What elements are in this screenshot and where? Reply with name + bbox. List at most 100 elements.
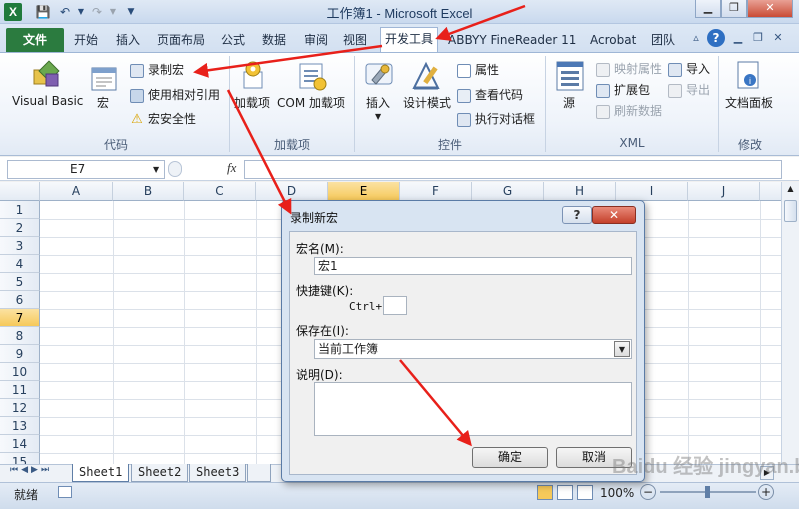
help-icon[interactable]: ? xyxy=(707,29,725,47)
store-macro-in-select[interactable]: 当前工作簿 ▼ xyxy=(314,339,632,359)
xml-export-button[interactable]: 导出 xyxy=(668,81,710,98)
zoom-out-icon[interactable]: − xyxy=(640,484,656,500)
column-header[interactable]: I xyxy=(616,182,688,201)
doc-minimize-icon[interactable]: ▁ xyxy=(730,30,746,46)
xml-import-button[interactable]: 导入 xyxy=(668,60,710,77)
dialog-help-button[interactable]: ? xyxy=(562,206,592,224)
macros-icon[interactable] xyxy=(90,64,120,97)
select-all-corner[interactable] xyxy=(0,182,40,201)
page-break-view-icon[interactable] xyxy=(577,485,593,500)
tab-team[interactable]: 团队 xyxy=(651,30,675,50)
sheet-tab[interactable]: Sheet3 xyxy=(189,464,247,482)
column-header[interactable]: F xyxy=(400,182,472,201)
doc-close-icon[interactable]: ✕ xyxy=(770,30,786,46)
column-header[interactable]: A xyxy=(40,182,113,201)
row-header[interactable]: 2 xyxy=(0,219,40,237)
row-header[interactable]: 11 xyxy=(0,381,40,399)
column-header[interactable]: H xyxy=(544,182,616,201)
macro-record-status-icon[interactable] xyxy=(58,486,72,498)
column-header[interactable] xyxy=(760,182,781,201)
page-layout-view-icon[interactable] xyxy=(557,485,573,500)
restore-button[interactable]: ❐ xyxy=(721,0,747,18)
column-header[interactable]: J xyxy=(688,182,760,201)
zoom-level[interactable]: 100% xyxy=(600,486,634,500)
name-box-dropdown-icon[interactable]: ▼ xyxy=(153,161,159,178)
visual-basic-button[interactable]: Visual Basic xyxy=(12,94,83,108)
sheet-tab-active[interactable]: Sheet1 xyxy=(72,464,130,482)
properties-button[interactable]: 属性 xyxy=(457,61,499,78)
row-header[interactable]: 4 xyxy=(0,255,40,273)
row-header[interactable]: 6 xyxy=(0,291,40,309)
row-header[interactable]: 3 xyxy=(0,237,40,255)
document-panel-icon[interactable]: i xyxy=(734,60,762,95)
dialog-close-button[interactable]: ✕ xyxy=(592,206,636,224)
tab-data[interactable]: 数据 xyxy=(262,30,286,50)
macro-name-input[interactable]: 宏1 xyxy=(314,257,632,275)
zoom-slider-thumb[interactable] xyxy=(705,486,710,498)
document-panel-button[interactable]: 文档面板 xyxy=(725,94,773,111)
insert-controls-icon[interactable] xyxy=(364,58,396,95)
addins-icon[interactable] xyxy=(240,60,268,95)
tab-developer[interactable]: 开发工具 xyxy=(380,27,439,52)
column-header-selected[interactable]: E xyxy=(328,182,400,201)
xml-source-icon[interactable] xyxy=(555,60,585,95)
column-header[interactable]: G xyxy=(472,182,544,201)
visual-basic-icon[interactable] xyxy=(30,60,64,95)
ok-button[interactable]: 确定 xyxy=(472,447,548,468)
row-header[interactable]: 10 xyxy=(0,363,40,381)
shortcut-key-input[interactable] xyxy=(383,296,407,315)
design-mode-button[interactable]: 设计模式 xyxy=(403,94,451,111)
column-header[interactable]: D xyxy=(256,182,328,201)
record-macro-button[interactable]: 录制宏 xyxy=(130,61,184,78)
minimize-button[interactable]: ▁ xyxy=(695,0,721,18)
addins-button[interactable]: 加载项 xyxy=(234,94,270,111)
row-header[interactable]: 12 xyxy=(0,399,40,417)
row-header[interactable]: 9 xyxy=(0,345,40,363)
tab-home[interactable]: 开始 xyxy=(74,30,98,50)
tab-abbyy[interactable]: ABBYY FineReader 11 xyxy=(448,30,576,50)
sheet-nav-icon[interactable]: ⏮◀▶⏭ xyxy=(10,465,52,475)
use-relative-references-button[interactable]: 使用相对引用 xyxy=(130,86,220,103)
vertical-scrollbar[interactable]: ▲ xyxy=(781,182,799,464)
row-header[interactable]: 5 xyxy=(0,273,40,291)
row-header-selected[interactable]: 7 xyxy=(0,309,40,327)
tab-page-layout[interactable]: 页面布局 xyxy=(157,30,205,50)
insert-dropdown-icon[interactable]: ▼ xyxy=(375,112,381,121)
com-addins-button[interactable]: COM 加载项 xyxy=(277,94,345,111)
doc-restore-icon[interactable]: ❐ xyxy=(750,30,766,46)
normal-view-icon[interactable] xyxy=(537,485,553,500)
tab-insert[interactable]: 插入 xyxy=(116,30,140,50)
scroll-thumb[interactable] xyxy=(784,200,797,222)
description-textarea[interactable] xyxy=(314,382,632,436)
xml-source-button[interactable]: 源 xyxy=(563,94,575,111)
close-button[interactable]: ✕ xyxy=(747,0,793,18)
zoom-in-icon[interactable]: + xyxy=(758,484,774,500)
insert-sheet-icon[interactable] xyxy=(247,464,271,482)
insert-function-icon[interactable]: fx xyxy=(227,160,236,176)
insert-controls-button[interactable]: 插入 xyxy=(366,94,390,111)
tab-acrobat[interactable]: Acrobat xyxy=(590,30,636,50)
macro-security-button[interactable]: ⚠ 宏安全性 xyxy=(130,110,196,127)
tab-view[interactable]: 视图 xyxy=(343,30,367,50)
com-addins-icon[interactable] xyxy=(296,60,328,95)
design-mode-icon[interactable] xyxy=(410,60,442,95)
collapse-ribbon-icon[interactable]: ▵ xyxy=(688,30,704,46)
row-header[interactable]: 8 xyxy=(0,327,40,345)
sheet-tab[interactable]: Sheet2 xyxy=(131,464,189,482)
formula-bar-expand-icon[interactable] xyxy=(168,161,182,177)
macros-button[interactable]: 宏 xyxy=(97,94,109,111)
expansion-packs-button[interactable]: 扩展包 xyxy=(596,81,650,98)
refresh-data-button[interactable]: 刷新数据 xyxy=(596,102,662,119)
column-header[interactable]: B xyxy=(113,182,184,201)
tab-file[interactable]: 文件 xyxy=(6,28,64,52)
row-header[interactable]: 1 xyxy=(0,201,40,219)
row-header[interactable]: 15 xyxy=(0,453,40,464)
tab-review[interactable]: 审阅 xyxy=(304,30,328,50)
view-code-button[interactable]: 查看代码 xyxy=(457,86,523,103)
name-box[interactable]: E7 ▼ xyxy=(7,160,165,179)
tab-formulas[interactable]: 公式 xyxy=(221,30,245,50)
run-dialog-button[interactable]: 执行对话框 xyxy=(457,110,535,127)
row-header[interactable]: 13 xyxy=(0,417,40,435)
row-header[interactable]: 14 xyxy=(0,435,40,453)
column-header[interactable]: C xyxy=(184,182,256,201)
